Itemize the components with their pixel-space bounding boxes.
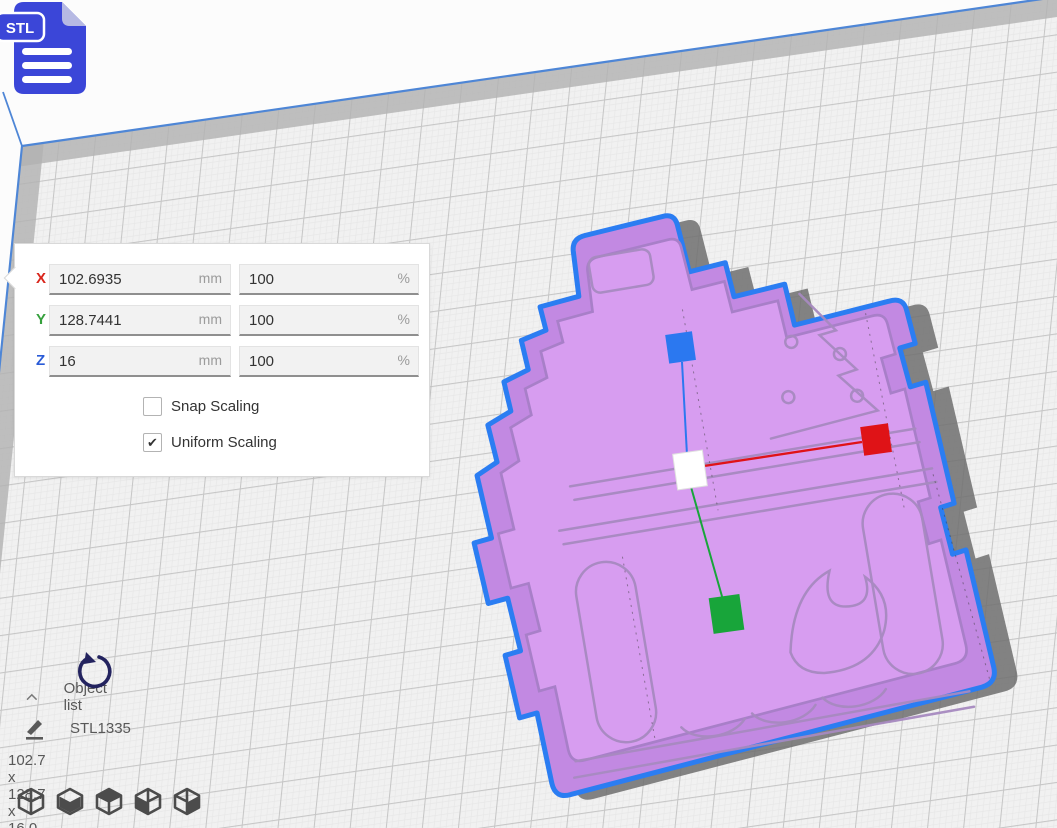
snap-scaling-checkbox[interactable]	[143, 397, 162, 416]
view-right-button[interactable]	[172, 786, 202, 816]
application-window: STL X mm % Y mm %	[0, 0, 1057, 828]
snap-scaling-row: Snap Scaling	[143, 396, 259, 416]
x-percent-field-wrap: %	[239, 264, 419, 295]
z-size-input[interactable]	[50, 347, 230, 375]
cube-right-filled-icon	[172, 786, 202, 816]
y-size-field-wrap: mm	[49, 305, 231, 336]
uniform-scaling-checkbox[interactable]: ✔	[143, 433, 162, 452]
z-size-field-wrap: mm	[49, 346, 231, 377]
scale-handle-z-blue[interactable]	[665, 331, 696, 363]
cube-left-filled-icon	[133, 786, 163, 816]
build-volume-corner-edge	[3, 92, 22, 146]
scale-handle-center[interactable]	[673, 450, 708, 490]
checkmark-icon: ✔	[147, 436, 158, 449]
object-item-label: STL1335	[70, 720, 131, 737]
scale-handle-x-red[interactable]	[860, 423, 892, 456]
z-percent-input[interactable]	[240, 347, 418, 375]
pencil-icon	[24, 716, 46, 740]
y-percent-field-wrap: %	[239, 305, 419, 336]
z-percent-field-wrap: %	[239, 346, 419, 377]
scale-row-x: X mm %	[15, 264, 429, 294]
view-top-button[interactable]	[94, 786, 124, 816]
cube-top-filled-icon	[94, 786, 124, 816]
snap-scaling-label: Snap Scaling	[171, 398, 259, 415]
cube-front-filled-icon	[55, 786, 85, 816]
camera-view-toolbar	[16, 786, 202, 816]
scale-tool-panel: X mm % Y mm % Z mm	[14, 243, 430, 477]
scale-handle-y-green[interactable]	[709, 594, 745, 634]
chevron-up-icon	[26, 692, 38, 702]
uniform-scaling-label: Uniform Scaling	[171, 434, 277, 451]
reset-scale-button[interactable]	[73, 652, 115, 698]
cube-wireframe-icon	[16, 786, 46, 816]
y-size-input[interactable]	[50, 306, 230, 334]
view-3d-button[interactable]	[16, 786, 46, 816]
reset-ccw-arrow-icon	[73, 652, 115, 698]
object-list-item[interactable]: STL1335	[24, 716, 131, 740]
y-percent-input[interactable]	[240, 306, 418, 334]
scale-row-z: Z mm %	[15, 346, 429, 376]
x-size-field-wrap: mm	[49, 264, 231, 295]
x-percent-input[interactable]	[240, 265, 418, 293]
view-front-button[interactable]	[55, 786, 85, 816]
x-size-input[interactable]	[50, 265, 230, 293]
scale-row-y: Y mm %	[15, 305, 429, 335]
uniform-scaling-row: ✔ Uniform Scaling	[143, 432, 277, 452]
stl-file-icon: STL	[0, 0, 100, 100]
stl-badge-label: STL	[6, 20, 34, 37]
view-left-button[interactable]	[133, 786, 163, 816]
